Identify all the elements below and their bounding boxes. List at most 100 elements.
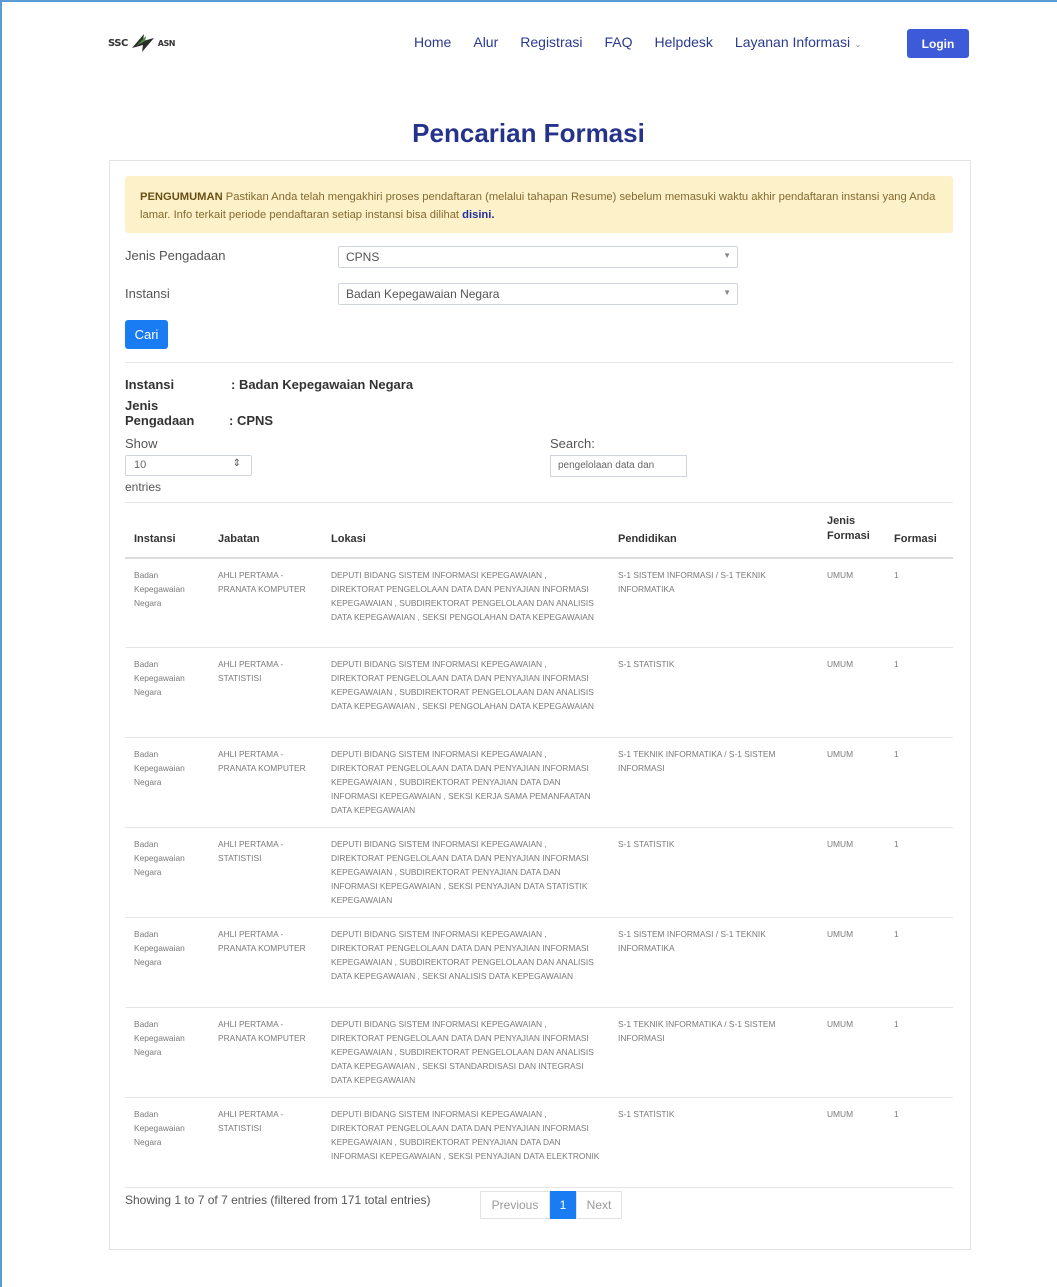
chevron-down-icon: ⌄: [854, 39, 862, 49]
jenis-pengadaan-label: Jenis Pengadaan: [125, 248, 226, 263]
col-jabatan[interactable]: Jabatan: [218, 532, 260, 547]
table-row: Badan Kepegawaian Negara AHLI PERTAMA - S…: [125, 648, 953, 738]
page-1-button[interactable]: 1: [550, 1191, 576, 1219]
logo-emblem-icon: [131, 34, 154, 52]
cell-lokasi: DEPUTI BIDANG SISTEM INFORMASI KEPEGAWAI…: [331, 839, 589, 905]
instansi-label: Instansi: [125, 286, 170, 301]
cell-jenis-formasi: UMUM: [827, 929, 854, 939]
table-row: Badan Kepegawaian Negara AHLI PERTAMA - P…: [125, 1008, 953, 1098]
entries-label: entries: [125, 480, 162, 494]
search-input[interactable]: pengelolaan data dan: [550, 455, 687, 477]
cell-instansi: Badan Kepegawaian Negara: [134, 749, 185, 787]
col-instansi[interactable]: Instansi: [134, 532, 176, 547]
cell-jabatan: AHLI PERTAMA - PRANATA KOMPUTER: [218, 929, 306, 953]
select-arrow-icon: ▼: [723, 251, 731, 260]
page-title: Pencarian Formasi: [412, 118, 645, 148]
cell-jabatan: AHLI PERTAMA - STATISTISI: [218, 1109, 284, 1133]
cell-formasi: 1: [894, 1019, 899, 1029]
site-logo[interactable]: SSC ASN: [108, 32, 175, 54]
entries-length-select[interactable]: 10 ⇕: [125, 455, 252, 476]
cell-lokasi: DEPUTI BIDANG SISTEM INFORMASI KEPEGAWAI…: [331, 570, 594, 622]
cell-instansi: Badan Kepegawaian Negara: [134, 659, 185, 697]
cell-pendidikan: S-1 TEKNIK INFORMATIKA / S-1 SISTEM INFO…: [618, 1019, 776, 1043]
cell-lokasi: DEPUTI BIDANG SISTEM INFORMASI KEPEGAWAI…: [331, 1019, 594, 1085]
entries-length-value: 10: [134, 459, 147, 471]
summary-instansi-value: : Badan Kepegawaian Negara: [231, 377, 414, 392]
table-row: Badan Kepegawaian Negara AHLI PERTAMA - S…: [125, 828, 953, 918]
col-jenis-formasi[interactable]: Jenis Formasi: [827, 514, 877, 544]
cell-jenis-formasi: UMUM: [827, 1019, 854, 1029]
summary-jenis-value: : CPNS: [229, 413, 274, 428]
announcement-head: PENGUMUMAN: [140, 191, 223, 203]
summary-instansi-key: Instansi: [125, 377, 175, 392]
announcement-text: Pastikan Anda telah mengakhiri proses pe…: [140, 191, 936, 221]
select-arrow-icon: ▼: [723, 288, 731, 297]
cell-pendidikan: S-1 SISTEM INFORMASI / S-1 TEKNIK INFORM…: [618, 570, 766, 594]
updown-arrow-icon: ⇕: [232, 458, 241, 469]
previous-button[interactable]: Previous: [480, 1191, 550, 1219]
cell-jabatan: AHLI PERTAMA - STATISTISI: [218, 659, 284, 683]
cell-instansi: Badan Kepegawaian Negara: [134, 929, 185, 967]
cell-formasi: 1: [894, 749, 899, 759]
logo-subtext: ASN: [157, 38, 176, 48]
login-button[interactable]: Login: [907, 29, 969, 58]
nav-alur[interactable]: Alur: [473, 34, 498, 50]
col-pendidikan[interactable]: Pendidikan: [618, 532, 677, 547]
summary-jenis: Jenis Pengadaan : CPNS: [125, 398, 273, 428]
nav-helpdesk[interactable]: Helpdesk: [655, 34, 713, 50]
next-button[interactable]: Next: [576, 1191, 622, 1219]
cell-pendidikan: S-1 SISTEM INFORMASI / S-1 TEKNIK INFORM…: [618, 929, 766, 953]
nav-layanan-label: Layanan Informasi: [734, 34, 851, 50]
table-body: Badan Kepegawaian Negara AHLI PERTAMA - P…: [125, 559, 953, 1188]
logo-text: SSC: [108, 37, 128, 49]
announcement-alert: PENGUMUMAN Pastikan Anda telah mengakhir…: [125, 176, 953, 233]
nav-layanan-informasi[interactable]: Layanan Informasi ⌄: [735, 34, 862, 50]
cell-jenis-formasi: UMUM: [827, 839, 854, 849]
table-header: Instansi Jabatan Lokasi Pendidikan Jenis…: [125, 502, 953, 559]
nav-faq[interactable]: FAQ: [605, 34, 633, 50]
col-lokasi[interactable]: Lokasi: [331, 532, 366, 547]
cell-pendidikan: S-1 TEKNIK INFORMATIKA / S-1 SISTEM INFO…: [618, 749, 776, 773]
cell-formasi: 1: [894, 570, 899, 580]
cell-jenis-formasi: UMUM: [827, 570, 854, 580]
cell-jabatan: AHLI PERTAMA - STATISTISI: [218, 839, 284, 863]
cell-lokasi: DEPUTI BIDANG SISTEM INFORMASI KEPEGAWAI…: [331, 659, 594, 711]
instansi-value: Badan Kepegawaian Negara: [346, 287, 500, 301]
table-row: Badan Kepegawaian Negara AHLI PERTAMA - P…: [125, 559, 953, 648]
cell-instansi: Badan Kepegawaian Negara: [134, 1019, 185, 1057]
search-label: Search:: [550, 436, 595, 451]
col-formasi[interactable]: Formasi: [894, 532, 937, 547]
cell-lokasi: DEPUTI BIDANG SISTEM INFORMASI KEPEGAWAI…: [331, 1109, 600, 1161]
cell-instansi: Badan Kepegawaian Negara: [134, 1109, 185, 1147]
cell-pendidikan: S-1 STATISTIK: [618, 839, 675, 849]
cell-formasi: 1: [894, 929, 899, 939]
jenis-pengadaan-select[interactable]: CPNS ▼: [338, 246, 738, 268]
jenis-pengadaan-value: CPNS: [346, 250, 380, 264]
cell-jenis-formasi: UMUM: [827, 659, 854, 669]
cell-jenis-formasi: UMUM: [827, 749, 854, 759]
show-label: Show: [125, 436, 158, 451]
cari-button[interactable]: Cari: [125, 320, 168, 349]
cell-lokasi: DEPUTI BIDANG SISTEM INFORMASI KEPEGAWAI…: [331, 929, 594, 981]
cell-jabatan: AHLI PERTAMA - PRANATA KOMPUTER: [218, 749, 306, 773]
cell-formasi: 1: [894, 839, 899, 849]
table-info: Showing 1 to 7 of 7 entries (filtered fr…: [125, 1193, 431, 1207]
cell-instansi: Badan Kepegawaian Negara: [134, 839, 185, 877]
cell-formasi: 1: [894, 659, 899, 669]
pagination: Previous 1 Next: [480, 1191, 622, 1219]
cell-jabatan: AHLI PERTAMA - PRANATA KOMPUTER: [218, 1019, 306, 1043]
announcement-link[interactable]: disini.: [462, 209, 494, 221]
divider: [125, 362, 953, 363]
nav-registrasi[interactable]: Registrasi: [520, 34, 582, 50]
table-row: Badan Kepegawaian Negara AHLI PERTAMA - P…: [125, 918, 953, 1008]
nav-home[interactable]: Home: [414, 34, 451, 50]
cell-pendidikan: S-1 STATISTIK: [618, 1109, 675, 1119]
window-border-left: [0, 0, 2, 1287]
cell-lokasi: DEPUTI BIDANG SISTEM INFORMASI KEPEGAWAI…: [331, 749, 591, 815]
cell-instansi: Badan Kepegawaian Negara: [134, 570, 185, 608]
formasi-table: Instansi Jabatan Lokasi Pendidikan Jenis…: [125, 502, 953, 1188]
summary-jenis-key: Jenis Pengadaan: [125, 398, 195, 428]
cell-pendidikan: S-1 STATISTIK: [618, 659, 675, 669]
instansi-select[interactable]: Badan Kepegawaian Negara ▼: [338, 283, 738, 305]
cell-jabatan: AHLI PERTAMA - PRANATA KOMPUTER: [218, 570, 306, 594]
